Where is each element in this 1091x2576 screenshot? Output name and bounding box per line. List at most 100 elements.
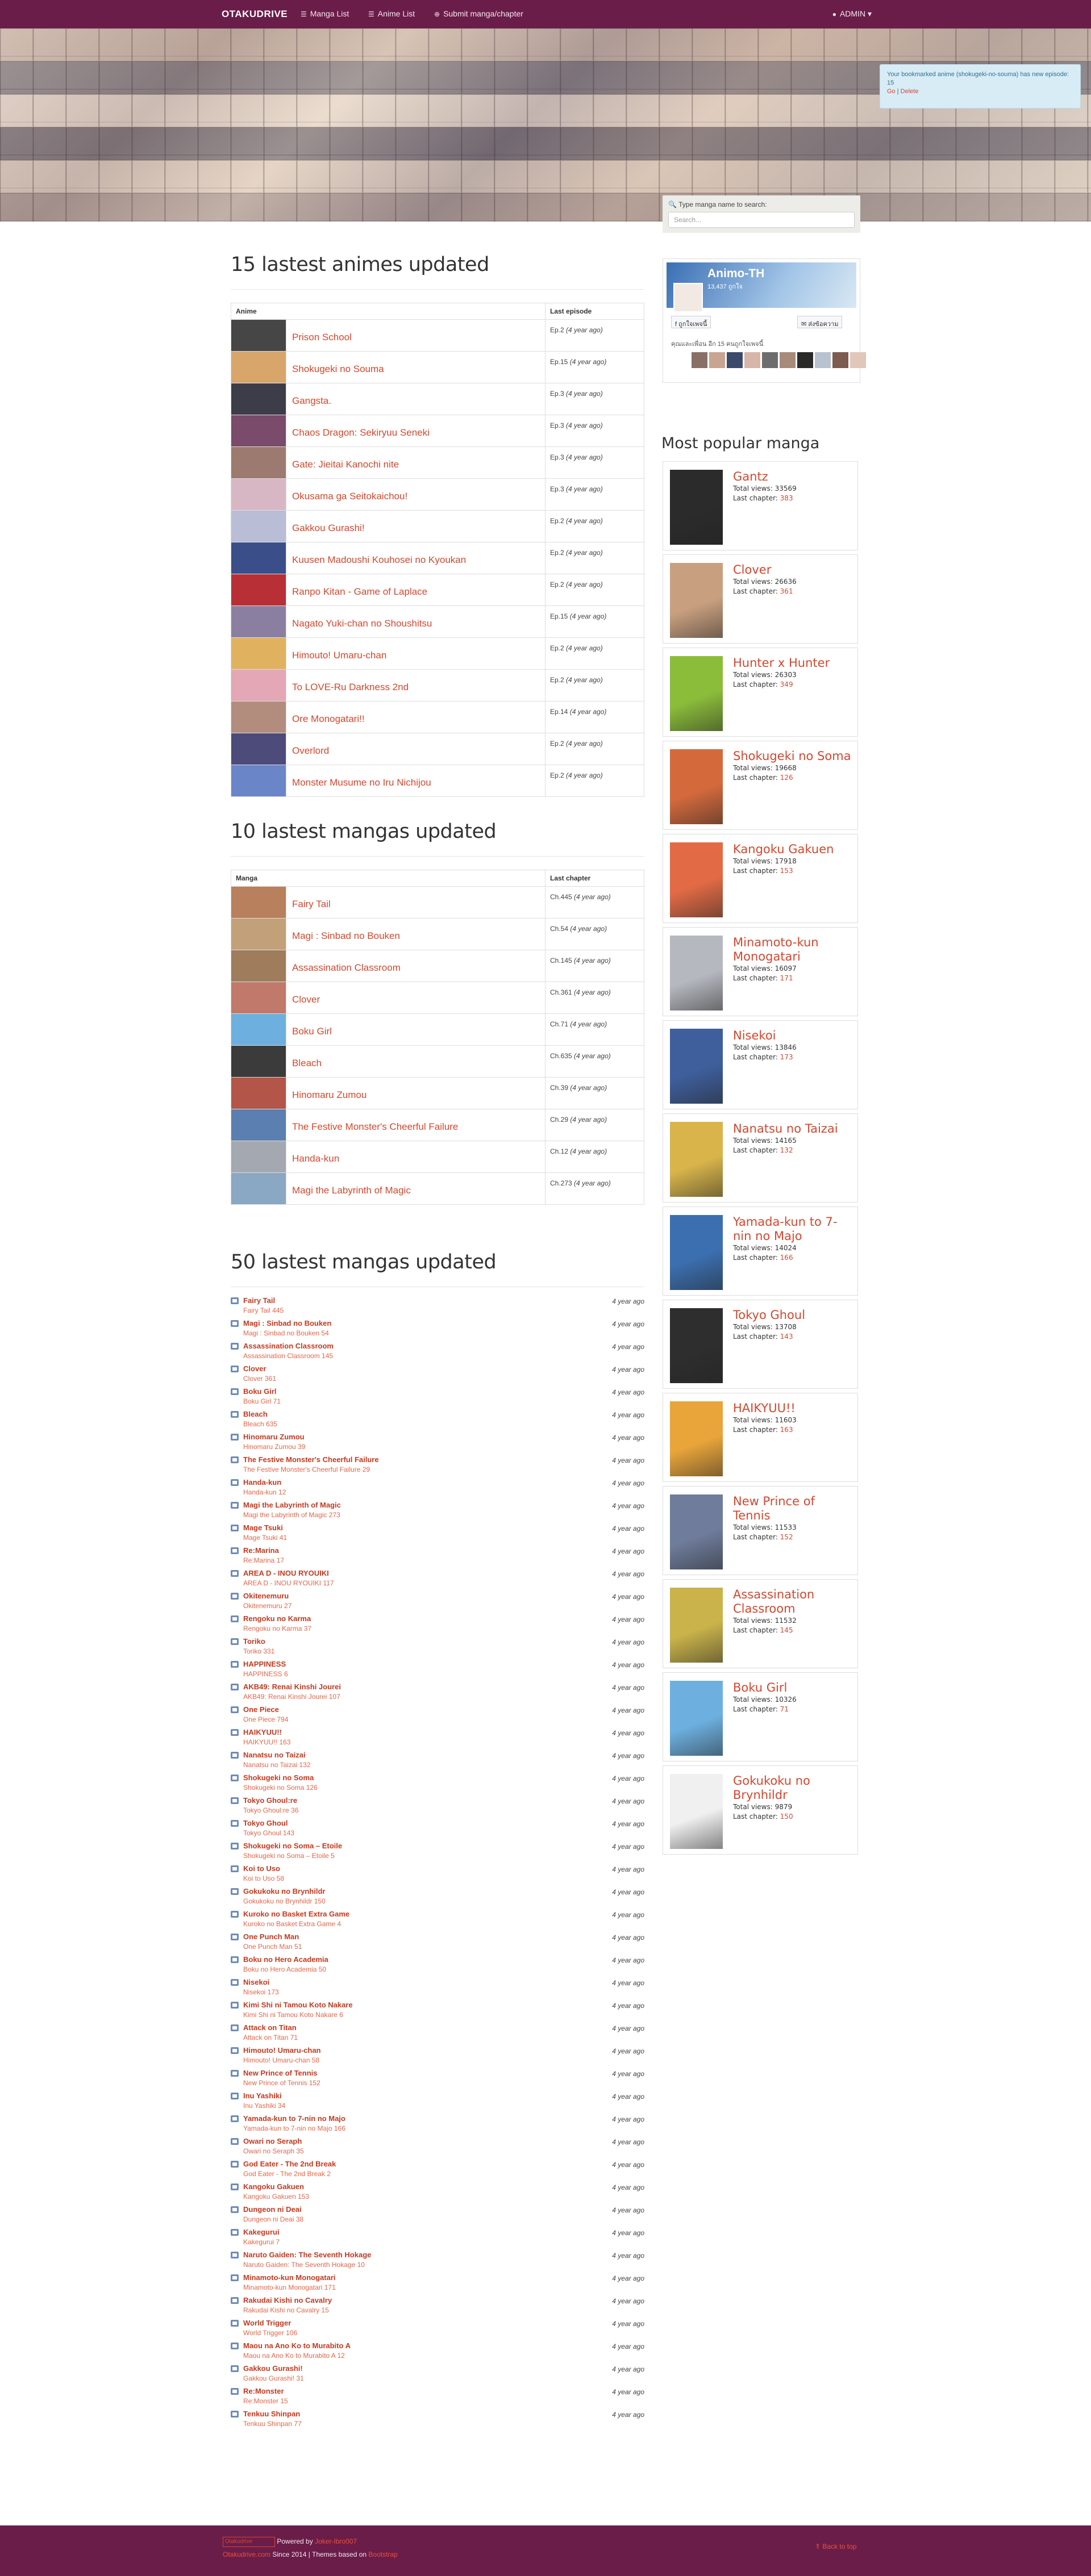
list-item-title[interactable]: New Prince of Tennis <box>243 2069 318 2077</box>
list-item-title[interactable]: Gokukoku no Brynhildr <box>243 1887 325 1896</box>
list-item-title[interactable]: Nisekoi <box>243 1978 269 1986</box>
last-chapter-link[interactable]: 126 <box>780 774 793 782</box>
anime-thumbnail[interactable] <box>231 733 286 765</box>
list-item-title[interactable]: Bleach <box>243 1410 268 1418</box>
anime-thumbnail[interactable] <box>231 701 286 733</box>
facebook-friend-avatar[interactable] <box>762 352 778 368</box>
list-item-title[interactable]: Dungeon ni Deai <box>243 2205 302 2214</box>
list-item-chapter[interactable]: Boku no Hero Academia 50 <box>243 1965 326 1973</box>
list-item-chapter[interactable]: Kakegurui 7 <box>243 2238 280 2246</box>
facebook-friend-avatar[interactable] <box>780 352 796 368</box>
list-item-chapter[interactable]: HAPPINESS 6 <box>243 1670 288 1678</box>
last-chapter-link[interactable]: 152 <box>780 1533 793 1541</box>
list-item-title[interactable]: AKB49: Renai Kinshi Jourei <box>243 1682 341 1691</box>
list-item-title[interactable]: Assassination Classroom <box>243 1342 334 1350</box>
list-item-title[interactable]: Toriko <box>243 1637 265 1646</box>
popular-manga-title[interactable]: Clover <box>733 563 771 577</box>
manga-cover[interactable] <box>670 1681 723 1756</box>
list-item-title[interactable]: Naruto Gaiden: The Seventh Hokage <box>243 2251 371 2259</box>
manga-cover[interactable] <box>670 1122 723 1197</box>
list-item-title[interactable]: Owari no Seraph <box>243 2137 302 2145</box>
list-item-chapter[interactable]: HAIKYUU!! 163 <box>243 1738 290 1746</box>
facebook-page-name[interactable]: Animo-TH <box>707 267 764 281</box>
manga-cover[interactable] <box>670 1029 723 1104</box>
list-item-title[interactable]: Inu Yashiki <box>243 2091 282 2100</box>
list-item-title[interactable]: Rakudai Kishi no Cavalry <box>243 2296 332 2304</box>
list-item-chapter[interactable]: Gokukoku no Brynhildr 150 <box>243 1897 326 1905</box>
manga-cover[interactable] <box>670 656 723 731</box>
popular-manga-title[interactable]: Hunter x Hunter <box>733 656 830 670</box>
manga-title-link[interactable]: Magi : Sinbad no Bouken <box>292 930 400 941</box>
list-item-title[interactable]: HAPPINESS <box>243 1660 286 1668</box>
anime-title-link[interactable]: Ranpo Kitan - Game of Laplace <box>292 586 427 597</box>
anime-title-link[interactable]: Ore Monogatari!! <box>292 713 365 724</box>
popular-manga-title[interactable]: Gantz <box>733 470 768 483</box>
last-chapter-link[interactable]: 145 <box>780 1626 793 1634</box>
list-item-chapter[interactable]: Rengoku no Karma 37 <box>243 1625 311 1633</box>
manga-cover[interactable] <box>670 1308 723 1383</box>
list-item-chapter[interactable]: Tokyo Ghoul:re 36 <box>243 1806 298 1814</box>
list-item-title[interactable]: Boku no Hero Academia <box>243 1955 328 1964</box>
last-chapter-link[interactable]: 163 <box>780 1426 793 1434</box>
last-chapter-link[interactable]: 143 <box>780 1333 793 1341</box>
anime-thumbnail[interactable] <box>231 478 286 511</box>
anime-title-link[interactable]: Okusama ga Seitokaichou! <box>292 491 407 502</box>
list-item-chapter[interactable]: Kuroko no Basket Extra Game 4 <box>243 1920 341 1928</box>
manga-thumbnail[interactable] <box>231 1013 286 1046</box>
list-item-title[interactable]: Koi to Uso <box>243 1864 280 1873</box>
site-link[interactable]: Otakudrive.com <box>223 2550 270 2558</box>
nav-anime-list[interactable]: ☰ Anime List <box>368 9 415 18</box>
list-item-title[interactable]: The Festive Monster's Cheerful Failure <box>243 1455 379 1464</box>
list-item-chapter[interactable]: Kangoku Gakuen 153 <box>243 2193 309 2201</box>
list-item-title[interactable]: Re:Monster <box>243 2387 284 2395</box>
manga-thumbnail[interactable] <box>231 982 286 1014</box>
facebook-message-button[interactable]: ✉ ส่งข้อความ <box>797 316 843 328</box>
list-item-chapter[interactable]: Mage Tsuki 41 <box>243 1534 287 1542</box>
list-item-title[interactable]: Boku Girl <box>243 1387 277 1396</box>
facebook-friend-avatar[interactable] <box>832 352 848 368</box>
anime-thumbnail[interactable] <box>231 542 286 574</box>
manga-thumbnail[interactable] <box>231 1141 286 1173</box>
list-item-chapter[interactable]: Magi : Sinbad no Bouken 54 <box>243 1329 329 1337</box>
list-item-title[interactable]: Hinomaru Zumou <box>243 1433 305 1441</box>
popular-manga-title[interactable]: Gokukoku no Brynhildr <box>733 1774 810 1802</box>
list-item-chapter[interactable]: God Eater - The 2nd Break 2 <box>243 2170 331 2178</box>
manga-thumbnail[interactable] <box>231 886 286 918</box>
manga-thumbnail[interactable] <box>231 918 286 950</box>
list-item-title[interactable]: Fairy Tail <box>243 1296 275 1305</box>
manga-title-link[interactable]: Boku Girl <box>292 1026 332 1037</box>
list-item-chapter[interactable]: Himouto! Umaru-chan 58 <box>243 2056 319 2064</box>
list-item-chapter[interactable]: Kimi Shi ni Tamou Koto Nakare 6 <box>243 2011 343 2019</box>
list-item-chapter[interactable]: Tokyo Ghoul 143 <box>243 1829 294 1837</box>
list-item-title[interactable]: Maou na Ano Ko to Murabito A <box>243 2341 351 2350</box>
list-item-title[interactable]: One Punch Man <box>243 1932 299 1941</box>
anime-thumbnail[interactable] <box>231 637 286 670</box>
popular-manga-title[interactable]: Boku Girl <box>733 1681 787 1694</box>
list-item-title[interactable]: Attack on Titan <box>243 2023 297 2032</box>
last-chapter-link[interactable]: 171 <box>780 974 793 982</box>
manga-cover[interactable] <box>670 1588 723 1663</box>
last-chapter-link[interactable]: 173 <box>780 1053 793 1061</box>
manga-cover[interactable] <box>670 936 723 1011</box>
popular-manga-title[interactable]: Shokugeki no Soma <box>733 749 851 763</box>
manga-thumbnail[interactable] <box>231 1077 286 1109</box>
anime-title-link[interactable]: Gakkou Gurashi! <box>292 523 365 533</box>
list-item-title[interactable]: Magi : Sinbad no Bouken <box>243 1319 331 1327</box>
manga-cover[interactable] <box>670 470 723 545</box>
list-item-chapter[interactable]: Naruto Gaiden: The Seventh Hokage 10 <box>243 2261 365 2269</box>
list-item-chapter[interactable]: Inu Yashiki 34 <box>243 2102 285 2110</box>
list-item-chapter[interactable]: Attack on Titan 71 <box>243 2034 298 2041</box>
manga-title-link[interactable]: The Festive Monster's Cheerful Failure <box>292 1121 458 1132</box>
list-item-title[interactable]: Clover <box>243 1364 266 1373</box>
manga-cover[interactable] <box>670 563 723 638</box>
list-item-title[interactable]: Nanatsu no Taizai <box>243 1751 306 1759</box>
manga-cover[interactable] <box>670 1774 723 1849</box>
anime-title-link[interactable]: Gate: Jieitai Kanochi nite <box>292 459 399 470</box>
list-item-chapter[interactable]: Magi the Labyrinth of Magic 273 <box>243 1511 340 1519</box>
list-item-chapter[interactable]: One Piece 794 <box>243 1715 288 1723</box>
list-item-chapter[interactable]: AREA D - INOU RYOUIKI 117 <box>243 1579 334 1587</box>
anime-title-link[interactable]: Overlord <box>292 745 329 756</box>
list-item-chapter[interactable]: Owari no Seraph 35 <box>243 2147 304 2155</box>
list-item-title[interactable]: Re:Marina <box>243 1546 279 1555</box>
anime-thumbnail[interactable] <box>231 383 286 415</box>
